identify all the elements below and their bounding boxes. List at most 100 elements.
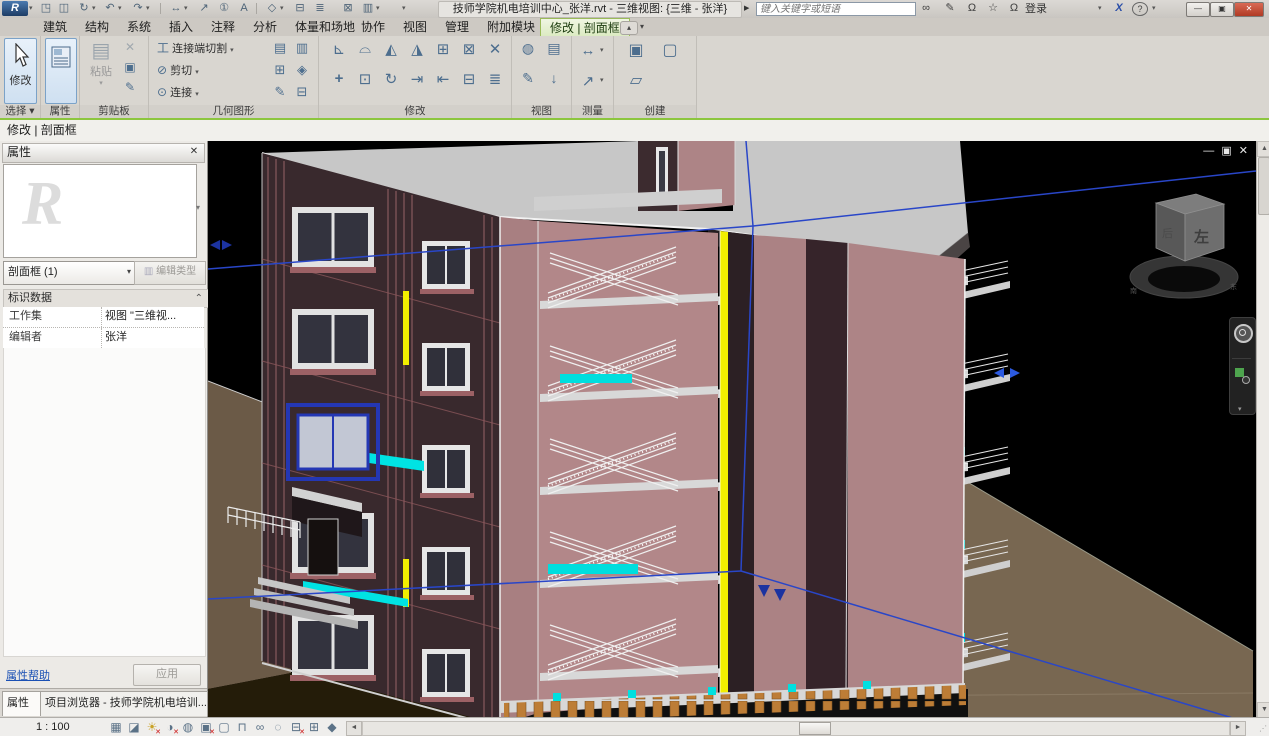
panel-properties-label[interactable]: 属性 <box>41 105 79 118</box>
offset-icon[interactable]: ⌓ <box>353 40 377 57</box>
exchange-apps-icon[interactable]: X <box>1110 1 1128 16</box>
scroll-down-icon[interactable]: ▼ <box>1257 702 1269 718</box>
edit-type-button[interactable]: ▥ 编辑类型 <box>134 261 206 285</box>
viewcube-face-label[interactable]: 左 <box>1193 228 1209 246</box>
mirror-pick-icon[interactable]: ◭ <box>379 40 403 58</box>
measure-caret-icon[interactable]: ▾ <box>600 46 608 56</box>
search-binoculars-icon[interactable]: ∞ <box>917 1 935 16</box>
cope-icon[interactable]: ⊟ <box>293 84 311 100</box>
paint-icon[interactable]: ✎ <box>271 84 289 100</box>
revit-logo[interactable]: R <box>2 1 28 16</box>
unpin-icon[interactable]: ≣ <box>483 70 507 88</box>
measure2-caret-icon[interactable]: ▾ <box>600 76 608 86</box>
hscroll-right-icon[interactable]: ► <box>1230 721 1246 736</box>
tab-view[interactable]: 视图 <box>394 18 436 36</box>
pin-icon[interactable]: ⊟ <box>457 70 481 88</box>
steering-wheel-icon[interactable] <box>1234 324 1253 343</box>
temporary-view-properties-icon[interactable]: ⊞ <box>306 719 322 735</box>
undo-caret-icon[interactable]: ▾ <box>118 4 126 14</box>
aligned-dimension-icon[interactable]: ↔ <box>168 1 184 16</box>
join-item[interactable]: ⊙ 连接 ▾ <box>157 82 199 102</box>
measure-length-icon[interactable]: ↔ <box>578 42 598 59</box>
horizontal-scrollbar[interactable] <box>362 721 1230 736</box>
demolish-icon[interactable]: ▥ <box>293 40 311 56</box>
apply-button[interactable]: 应用 <box>133 664 201 686</box>
row-value[interactable]: 视图 "三维视... <box>102 307 204 327</box>
viewcube-side-face-label[interactable]: 后 <box>1162 227 1173 240</box>
undo-icon[interactable]: ↶ <box>102 1 118 16</box>
horizontal-scroll-thumb[interactable] <box>799 722 831 735</box>
tab-annotate[interactable]: 注释 <box>202 18 244 36</box>
tab-addins[interactable]: 附加模块 <box>478 18 544 36</box>
measure-angle-icon[interactable]: ↗ <box>578 72 598 90</box>
temporary-hide-isolate-icon[interactable]: ∞ <box>252 719 268 735</box>
title-expand-icon[interactable]: ▶ <box>744 4 752 14</box>
close-hidden-windows-icon[interactable]: ⊠ <box>340 1 356 16</box>
analytical-model-icon[interactable]: ◆ <box>324 719 340 735</box>
switch-windows-icon[interactable]: ▥ <box>360 1 376 16</box>
help-caret-icon[interactable]: ▾ <box>1152 4 1160 14</box>
view-close-icon[interactable]: ✕ <box>1239 145 1250 157</box>
signin-label[interactable]: 登录 <box>1025 2 1047 16</box>
vertical-scroll-thumb[interactable] <box>1258 157 1269 215</box>
property-row-edited-by[interactable]: 编辑者 张洋 <box>3 328 204 349</box>
type-selector-combobox[interactable]: 剖面框 (1) ▾ <box>3 261 135 285</box>
identity-data-header[interactable]: 标识数据 ⌃ <box>3 289 210 308</box>
tab-analyze[interactable]: 分析 <box>244 18 286 36</box>
logo-caret-icon[interactable]: ▾ <box>29 4 37 14</box>
reveal-hidden-elements-icon[interactable]: ◌ <box>270 719 286 735</box>
move-icon[interactable]: + <box>327 70 351 87</box>
tab-structure[interactable]: 结构 <box>76 18 118 36</box>
tab-modify-section-box[interactable]: 修改 | 剖面框 <box>540 18 630 36</box>
visual-style-icon[interactable]: ◪ <box>126 719 142 735</box>
tab-project-browser[interactable]: 项目浏览器 - 技师学院机电培训... <box>40 691 208 716</box>
delete-element-icon[interactable]: ✕ <box>483 40 507 58</box>
align-icon[interactable]: ⊾ <box>327 40 351 58</box>
default-3d-view-icon[interactable]: ◇ <box>264 1 280 16</box>
palette-close-icon[interactable]: ✕ <box>187 145 201 159</box>
navbar-caret-icon[interactable]: ▾ <box>1238 405 1242 413</box>
sync-caret-icon[interactable]: ▾ <box>92 4 100 14</box>
scale-indicator[interactable]: 1 : 100 <box>36 720 106 734</box>
linework-icon[interactable]: ✎ <box>518 70 538 87</box>
3d-caret-icon[interactable]: ▾ <box>280 4 288 14</box>
ribbon-collapse-icon[interactable]: ▴ <box>620 21 638 35</box>
tab-insert[interactable]: 插入 <box>160 18 202 36</box>
tab-architecture[interactable]: 建筑 <box>34 18 76 36</box>
viewcube[interactable]: 南 东 后 左 <box>1130 194 1238 298</box>
favorites-star-icon[interactable]: ☆ <box>984 1 1002 16</box>
search-input[interactable] <box>756 2 916 16</box>
create-assembly-icon[interactable]: ▱ <box>624 70 648 90</box>
scale-icon[interactable]: ⊠ <box>457 40 481 58</box>
text-icon[interactable]: A <box>236 1 252 16</box>
property-row-workset[interactable]: 工作集 视图 "三维视... <box>3 307 204 328</box>
properties-palette-button[interactable] <box>45 38 77 104</box>
show-crop-region-icon[interactable]: ▢ <box>216 719 232 735</box>
thin-lines-icon[interactable]: ≣ <box>312 1 328 16</box>
viewcube-ring-label-east[interactable]: 东 <box>1230 282 1237 291</box>
section-collapse-icon[interactable]: ⌃ <box>195 291 203 307</box>
override-graphics-icon[interactable]: ▤ <box>544 40 564 57</box>
tab-manage[interactable]: 管理 <box>436 18 478 36</box>
measure-icon[interactable]: ↗ <box>196 1 212 16</box>
worksharing-display-off-icon[interactable]: ⊟✕ <box>288 719 304 735</box>
scroll-up-icon[interactable]: ▲ <box>1257 141 1269 157</box>
window-minimize-button[interactable]: — <box>1186 2 1210 17</box>
properties-help-link[interactable]: 属性帮助 <box>6 667 50 683</box>
cut-item[interactable]: ⊘ 剪切 ▾ <box>157 60 199 80</box>
panel-select-label[interactable]: 选择 ▾ <box>0 105 40 118</box>
copy-element-icon[interactable]: ⊡ <box>353 70 377 88</box>
view-restore-icon[interactable]: ▣ <box>1221 145 1233 157</box>
unlocked-view-icon[interactable]: ⊓ <box>234 719 250 735</box>
paste-button[interactable]: ▤ 粘贴 ▾ <box>86 38 116 102</box>
trim-extend-icon[interactable]: ⇥ <box>405 70 429 88</box>
hide-elements-icon[interactable]: ◍ <box>518 40 538 57</box>
array-icon[interactable]: ⊞ <box>431 40 455 58</box>
unjoin-icon[interactable]: ◈ <box>293 62 311 78</box>
redo-icon[interactable]: ↷ <box>130 1 146 16</box>
open-icon[interactable]: ◳ <box>38 1 54 16</box>
mirror-axis-icon[interactable]: ◮ <box>405 40 429 58</box>
modify-button[interactable]: 修改 <box>4 38 37 104</box>
crop-view-off-icon[interactable]: ▣✕ <box>198 719 214 735</box>
type-preview[interactable]: R <box>3 164 197 258</box>
